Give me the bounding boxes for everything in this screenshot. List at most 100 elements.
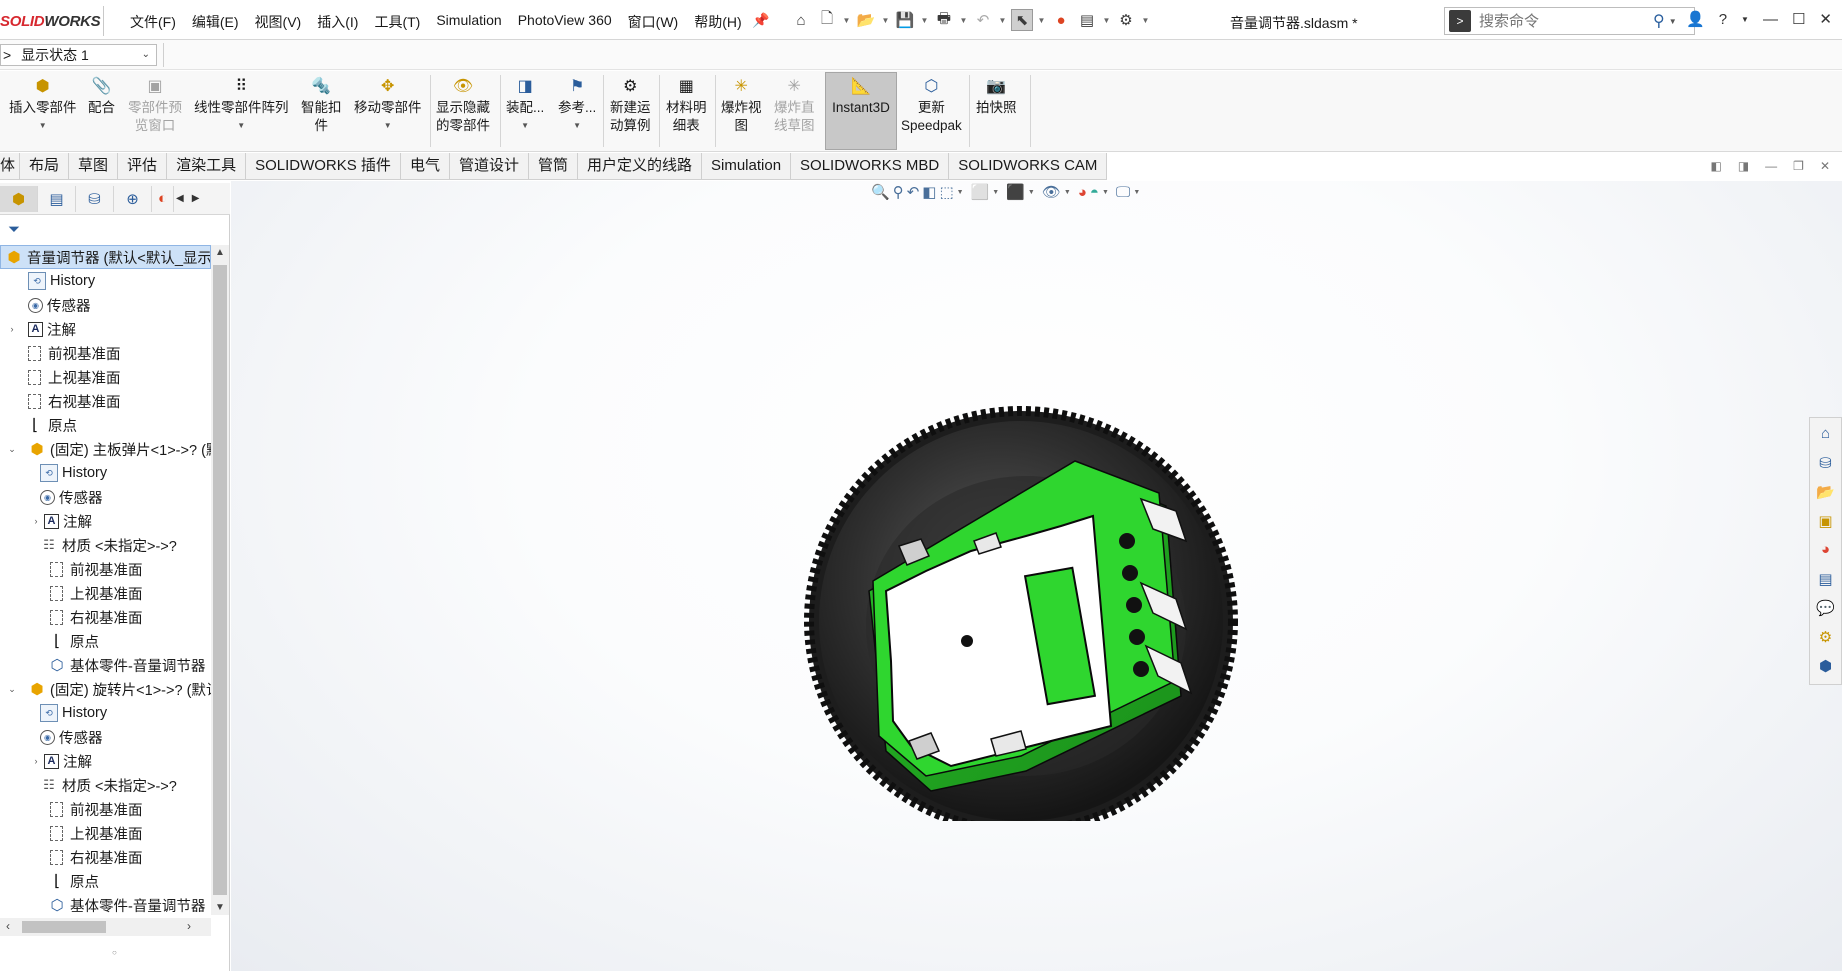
tree-item-origin[interactable]: ⌊ 原点	[0, 413, 211, 437]
tree-item-front-plane[interactable]: 前视基准面	[0, 797, 211, 821]
tab-solidworks-cam[interactable]: SOLIDWORKS CAM	[949, 153, 1108, 179]
explode-line-sketch-button[interactable]: ✳ 爆炸直 线草图	[774, 77, 815, 135]
tree-item-component-2[interactable]: ⌄ ⬢ (固定) 旋转片<1>->? (默认<<默认>_显示状态 1>)	[0, 677, 211, 701]
update-speedpak-button[interactable]: ⬡ 更新 Speedpak	[901, 77, 962, 135]
tree-item-sensors[interactable]: ◉ 传感器	[0, 293, 211, 317]
print-icon[interactable]: 🖶	[933, 9, 955, 31]
undo-dropdown[interactable]: ▼	[998, 16, 1007, 25]
save-dropdown[interactable]: ▼	[920, 16, 929, 25]
exploded-view-button[interactable]: ✳ 爆炸视 图	[721, 77, 762, 135]
view-orientation-icon[interactable]: ⬜	[971, 183, 990, 201]
tab-tubing[interactable]: 管筒	[528, 153, 578, 179]
panel-resize-grip[interactable]: ○	[112, 948, 117, 957]
tree-item-annotations[interactable]: › A 注解	[0, 749, 211, 773]
component-preview-button[interactable]: ▣ 零部件预 览窗口	[128, 77, 182, 135]
tree-item-base-part[interactable]: ⬡ 基体零件-音量调节器	[0, 893, 211, 917]
appearances-scenes-icon[interactable]: ◕	[1815, 538, 1837, 561]
tree-item-sensors[interactable]: ◉ 传感器	[0, 485, 211, 509]
menu-tools[interactable]: 工具(T)	[366, 12, 428, 32]
undo-icon[interactable]: ↶	[972, 9, 994, 31]
dropdown-icon[interactable]: ▼	[957, 189, 964, 196]
tab-solidworks-addins[interactable]: SOLIDWORKS 插件	[246, 153, 401, 179]
open-dropdown[interactable]: ▼	[881, 16, 890, 25]
tree-item-history[interactable]: ⟲ History	[0, 269, 211, 293]
tree-vertical-scrollbar[interactable]: ▲ ▼	[211, 245, 229, 915]
file-explorer-icon[interactable]: 📂	[1815, 480, 1837, 503]
tree-item-top-plane[interactable]: 上视基准面	[0, 365, 211, 389]
assembly-features-button[interactable]: ◨ 装配... ▼	[506, 77, 544, 135]
rebuild-traffic-light-icon[interactable]: ●	[1050, 9, 1072, 31]
move-component-dropdown[interactable]: ▼	[384, 117, 392, 135]
smart-fasteners-button[interactable]: 🔩 智能扣 件	[301, 77, 342, 135]
motion-manager-icon[interactable]: ⚙	[1815, 625, 1837, 648]
dropdown-icon[interactable]: ▼	[992, 189, 999, 196]
tree-item-sensors[interactable]: ◉ 传感器	[0, 725, 211, 749]
tab-electrical[interactable]: 电气	[400, 153, 450, 179]
display-style-icon[interactable]: ⬛	[1006, 183, 1025, 201]
reference-geometry-button[interactable]: ⚑ 参考... ▼	[558, 77, 596, 135]
tab-scroll-left-icon[interactable]: ◀	[176, 193, 184, 204]
solidworks-forum-icon[interactable]: 💬	[1815, 596, 1837, 619]
edit-appearance-icon[interactable]: ◕	[1078, 184, 1087, 201]
home-icon[interactable]: ⌂	[790, 9, 812, 31]
display-manager-tab-icon[interactable]: ◐	[152, 185, 174, 212]
dimxpert-manager-tab-icon[interactable]: ⊕	[114, 185, 152, 212]
tab-solidworks-mbd[interactable]: SOLIDWORKS MBD	[791, 153, 950, 179]
feature-manager-tab-icon[interactable]: ⬢	[0, 185, 38, 212]
tree-item-top-plane[interactable]: 上视基准面	[0, 581, 211, 605]
magnifier-icon[interactable]: ⚲	[1653, 11, 1665, 31]
new-dropdown[interactable]: ▼	[842, 16, 851, 25]
instant3d-button[interactable]: 📐 Instant3D	[825, 72, 897, 150]
options-gear-icon[interactable]: ⚙	[1115, 9, 1137, 31]
dropdown-icon[interactable]: ▼	[1133, 189, 1140, 196]
help-dropdown-icon[interactable]: ▼	[1741, 15, 1749, 24]
show-hidden-components-button[interactable]: 👁 显示隐藏 的零部件	[436, 77, 490, 135]
collapse-arrow-icon[interactable]: ⌄	[6, 684, 18, 695]
menu-insert[interactable]: 插入(I)	[309, 12, 366, 32]
open-folder-icon[interactable]: 📂	[855, 9, 877, 31]
tab-simulation[interactable]: Simulation	[702, 153, 792, 179]
close-icon[interactable]: ✕	[1819, 10, 1832, 28]
scroll-up-icon[interactable]: ▲	[215, 247, 225, 258]
linear-pattern-button[interactable]: ⠿ 线性零部件阵列 ▼	[194, 77, 289, 135]
solidworks-resources-home-icon[interactable]: ⌂	[1815, 422, 1837, 445]
new-document-icon[interactable]: 🗋	[816, 9, 838, 31]
tree-item-component-1[interactable]: ⌄ ⬢ (固定) 主板弹片<1>->? (默认<<默认>_显示状态 1>)	[0, 437, 211, 461]
collapse-arrow-icon[interactable]: ⌄	[6, 444, 18, 455]
tab-assembly[interactable]: 体	[0, 153, 21, 179]
search-commands-box[interactable]: > ⚲ ▼	[1444, 7, 1695, 35]
property-manager-tab-icon[interactable]: ▤	[38, 185, 76, 212]
doc-restore-icon[interactable]: ❐	[1793, 159, 1804, 173]
tree-item-origin[interactable]: ⌊ 原点	[0, 629, 211, 653]
menu-help[interactable]: 帮助(H)	[686, 12, 749, 32]
doc-minimize-icon[interactable]: —	[1765, 159, 1777, 173]
reference-geometry-dropdown[interactable]: ▼	[573, 117, 581, 135]
configuration-manager-tab-icon[interactable]: ⛁	[76, 185, 114, 212]
dropdown-icon[interactable]: ▼	[1102, 189, 1109, 196]
search-input[interactable]	[1479, 12, 1649, 30]
menu-file[interactable]: 文件(F)	[122, 12, 184, 32]
take-snapshot-button[interactable]: 📷 拍快照	[976, 77, 1017, 117]
tree-item-annotations[interactable]: › A 注解	[0, 509, 211, 533]
tree-horizontal-scrollbar[interactable]: ‹ ›	[0, 918, 211, 936]
volume-knob-model[interactable]	[781, 351, 1281, 821]
filter-icon[interactable]: ⏷	[8, 221, 20, 238]
select-pointer-icon[interactable]: ⬉	[1011, 9, 1033, 31]
tree-item-right-plane[interactable]: 右视基准面	[0, 389, 211, 413]
hide-show-items-icon[interactable]: 👁	[1042, 183, 1061, 201]
tree-item-annotations[interactable]: › A 注解	[0, 317, 211, 341]
tab-evaluate[interactable]: 评估	[118, 153, 168, 179]
previous-view-icon[interactable]: ↶	[907, 183, 920, 201]
help-icon[interactable]: ?	[1719, 11, 1727, 28]
tree-item-right-plane[interactable]: 右视基准面	[0, 605, 211, 629]
menu-photoview[interactable]: PhotoView 360	[510, 12, 620, 32]
minimize-icon[interactable]: —	[1763, 11, 1778, 28]
assembly-features-dropdown[interactable]: ▼	[521, 117, 529, 135]
tab-user-defined-routing[interactable]: 用户定义的线路	[577, 153, 702, 179]
design-library-icon[interactable]: ⛁	[1815, 451, 1837, 474]
tab-layout[interactable]: 布局	[20, 153, 70, 179]
dynamic-annotation-icon[interactable]: ⬚	[939, 183, 953, 201]
tab-sketch[interactable]: 草图	[69, 153, 119, 179]
graphics-viewport[interactable]: 🔍 ⚲ ↶ ◧ ⬚ ▼ ⬜ ▼ ⬛ ▼ 👁 ▼ ◕ ◓ ▼ 🖵 ▼ ⌂ ⛁ 📂 …	[231, 181, 1842, 971]
custom-properties-icon[interactable]: ▤	[1815, 567, 1837, 590]
